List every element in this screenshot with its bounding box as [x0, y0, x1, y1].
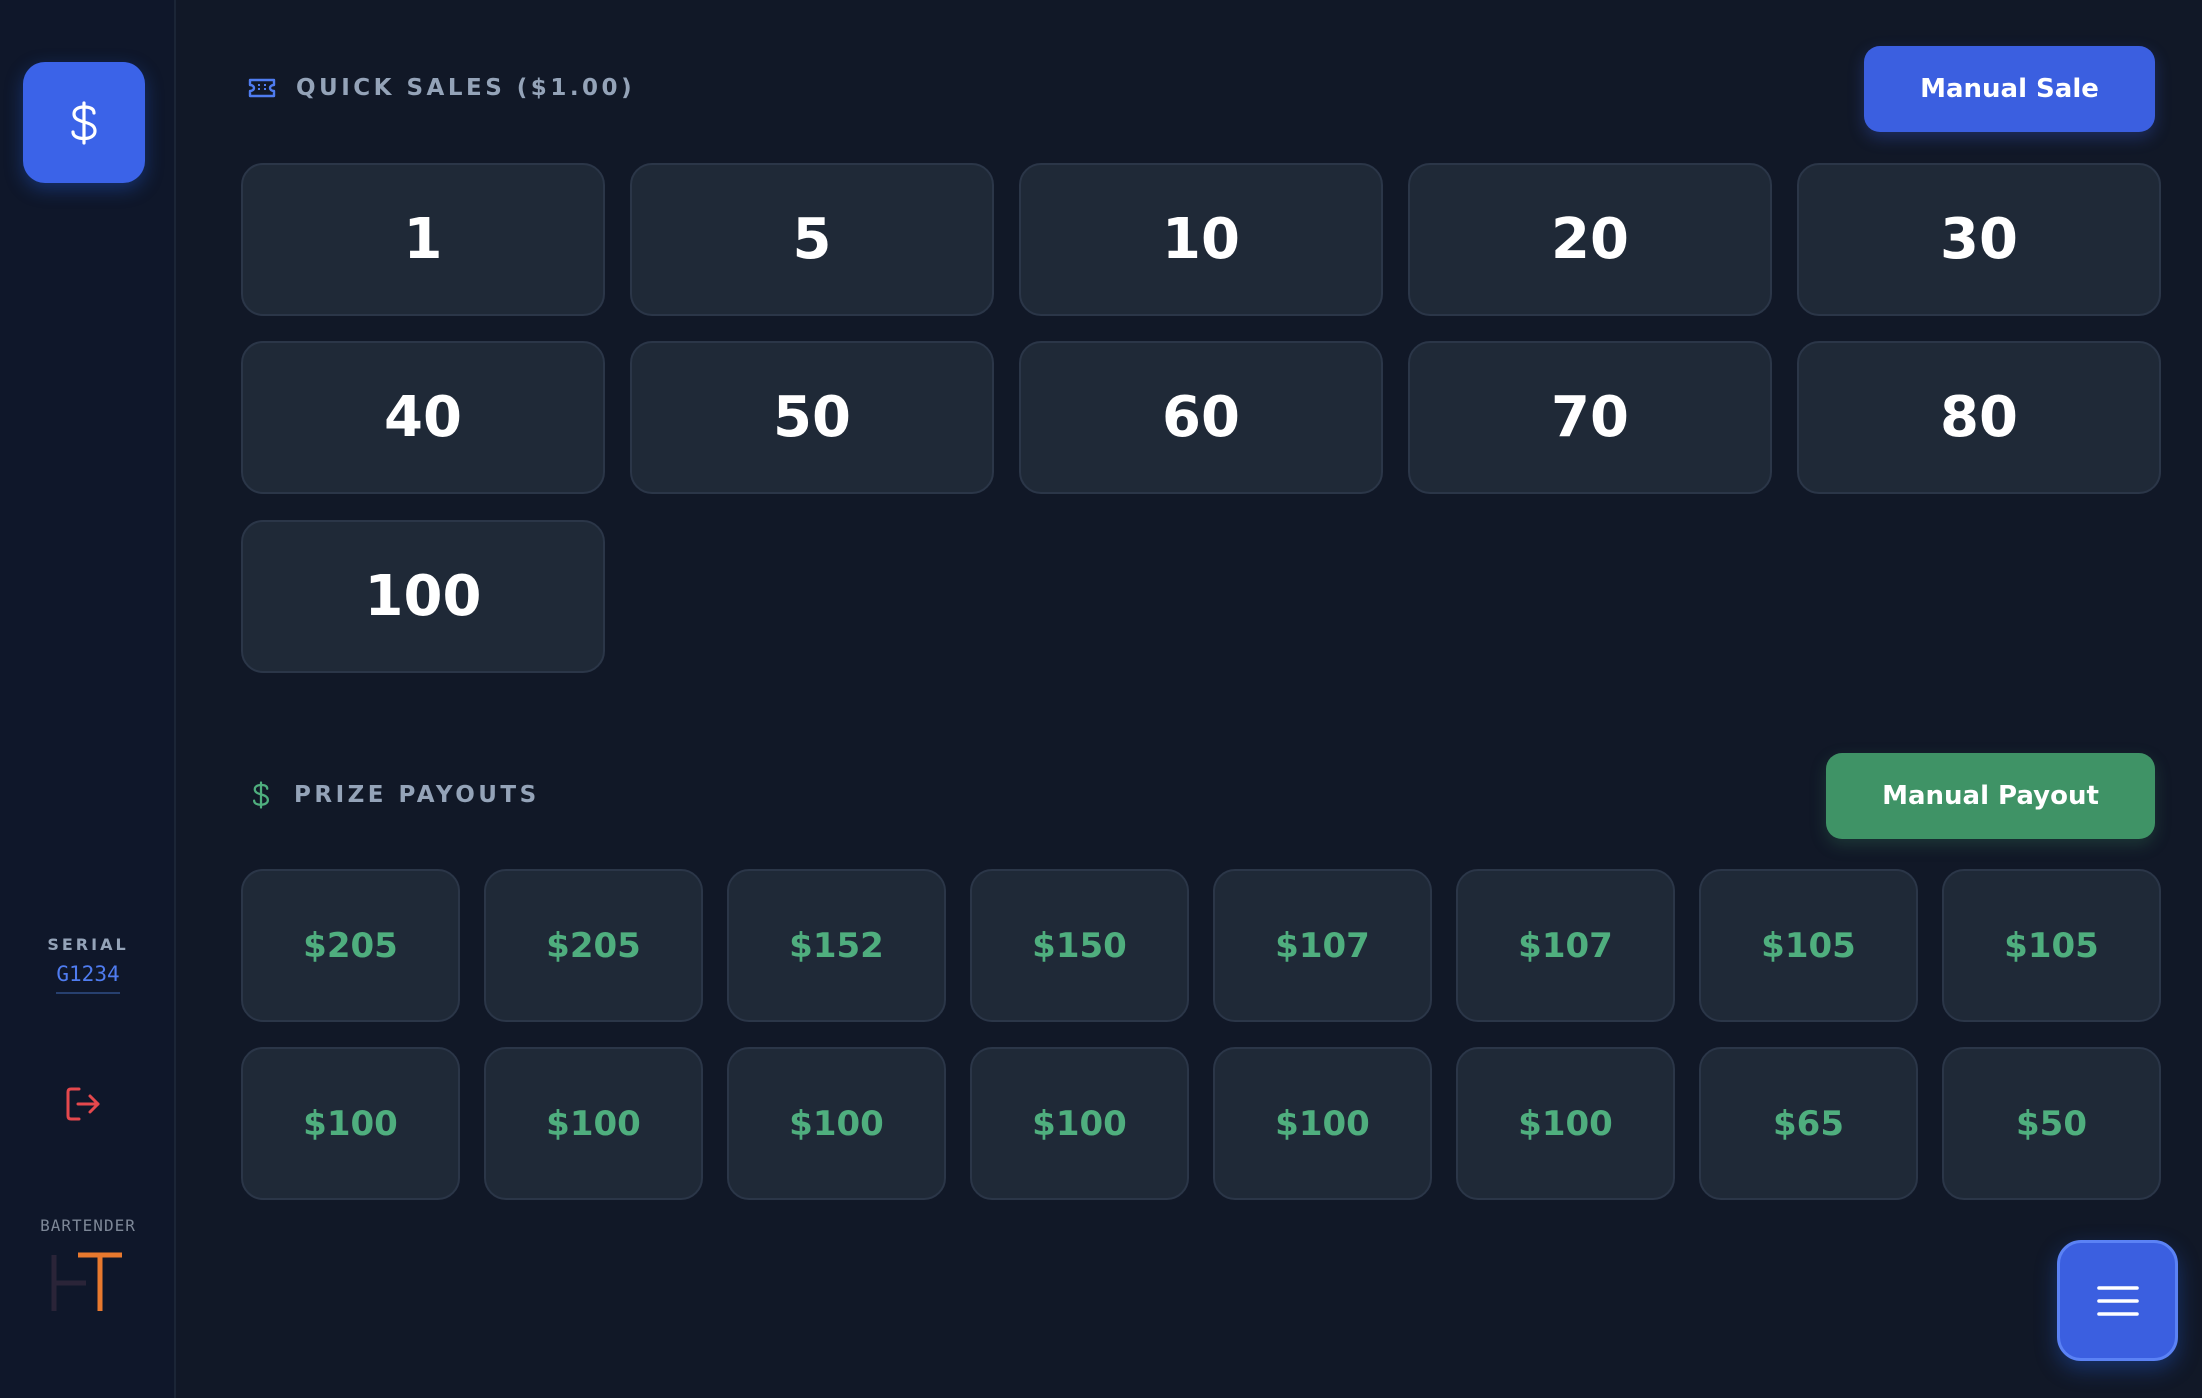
- payout-tile[interactable]: $152: [727, 869, 946, 1022]
- ticket-icon: [248, 78, 276, 98]
- payout-tile[interactable]: $100: [1213, 1047, 1432, 1200]
- prize-payouts-title: PRIZE PAYOUTS: [294, 782, 540, 808]
- payout-tile[interactable]: $100: [727, 1047, 946, 1200]
- sales-nav-button[interactable]: [23, 62, 145, 183]
- payout-tile[interactable]: $107: [1213, 869, 1432, 1022]
- quick-sale-tile[interactable]: 10: [1019, 163, 1383, 316]
- menu-button[interactable]: [2057, 1240, 2178, 1361]
- brand-block: BARTENDER: [0, 1216, 176, 1315]
- app: SERIAL G1234 BARTENDER QUICK SALES ($1.0…: [0, 0, 2202, 1398]
- serial-block: SERIAL G1234: [0, 935, 176, 994]
- logout-icon: [66, 1087, 100, 1121]
- quick-sales-title: QUICK SALES ($1.00): [296, 75, 636, 101]
- manual-sale-button[interactable]: Manual Sale: [1864, 46, 2155, 132]
- payout-tile[interactable]: $107: [1456, 869, 1675, 1022]
- quick-sale-tile[interactable]: 1: [241, 163, 605, 316]
- payout-tile[interactable]: $100: [241, 1047, 460, 1200]
- quick-sale-tile[interactable]: 30: [1797, 163, 2161, 316]
- payout-tile[interactable]: $105: [1699, 869, 1918, 1022]
- manual-payout-button[interactable]: Manual Payout: [1826, 753, 2155, 839]
- dollar-icon: [253, 781, 270, 809]
- quick-sale-tile[interactable]: 60: [1019, 341, 1383, 494]
- payout-tile[interactable]: $100: [970, 1047, 1189, 1200]
- quick-sale-tile[interactable]: 70: [1408, 341, 1772, 494]
- brand-logo: [51, 1252, 122, 1311]
- payout-tile[interactable]: $50: [1942, 1047, 2161, 1200]
- menu-icon: [2096, 1285, 2139, 1316]
- payout-tile[interactable]: $205: [484, 869, 703, 1022]
- payout-tile[interactable]: $150: [970, 869, 1189, 1022]
- prize-payouts-header: PRIZE PAYOUTS: [248, 775, 540, 815]
- payout-tile[interactable]: $205: [241, 869, 460, 1022]
- quick-sale-tile[interactable]: 100: [241, 520, 605, 673]
- quick-sale-tile[interactable]: 50: [630, 341, 994, 494]
- dollar-icon: [71, 100, 97, 145]
- quick-sale-tile[interactable]: 80: [1797, 341, 2161, 494]
- quick-sales-header: QUICK SALES ($1.00): [248, 68, 635, 108]
- quick-sale-tile[interactable]: 20: [1408, 163, 1772, 316]
- payout-tile[interactable]: $105: [1942, 869, 2161, 1022]
- payout-tile[interactable]: $100: [1456, 1047, 1675, 1200]
- logout-button[interactable]: [60, 1081, 106, 1127]
- serial-value: G1234: [56, 962, 120, 994]
- payout-tile[interactable]: $100: [484, 1047, 703, 1200]
- serial-label: SERIAL: [47, 935, 129, 954]
- quick-sale-tile[interactable]: 40: [241, 341, 605, 494]
- payout-tile[interactable]: $65: [1699, 1047, 1918, 1200]
- sidebar: SERIAL G1234 BARTENDER: [0, 0, 176, 1398]
- brand-label: BARTENDER: [40, 1216, 136, 1235]
- quick-sale-tile[interactable]: 5: [630, 163, 994, 316]
